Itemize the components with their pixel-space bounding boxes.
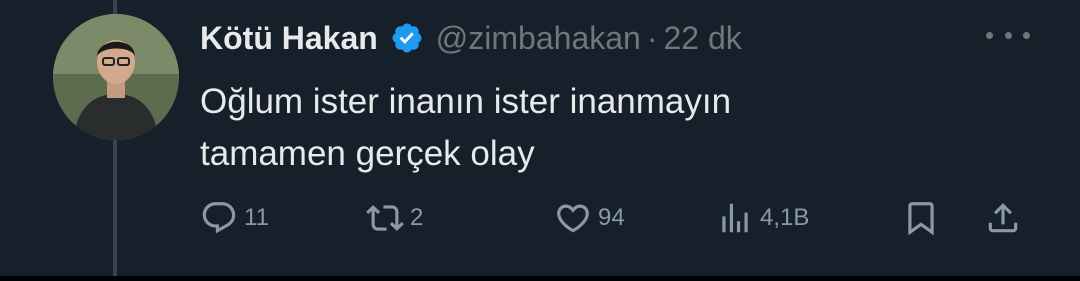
views-icon	[722, 203, 748, 233]
verified-badge-icon	[390, 21, 424, 55]
author-name[interactable]: Kötü Hakan	[200, 20, 378, 57]
separator: ·	[646, 19, 658, 56]
views-count: 4,1B	[760, 204, 810, 231]
reply-button[interactable]: 11	[200, 196, 269, 240]
more-dot	[1004, 31, 1012, 39]
like-icon	[557, 204, 589, 233]
retweet-button[interactable]: 2	[366, 196, 423, 240]
reply-count: 11	[244, 204, 269, 231]
share-button[interactable]	[984, 196, 1022, 240]
like-count: 94	[598, 204, 625, 231]
tweet-card[interactable]: Kötü Hakan @zimbahakan · 22 dk Oğlum ist…	[0, 0, 1080, 281]
timestamp[interactable]: 22 dk	[663, 20, 741, 57]
retweet-count: 2	[410, 204, 424, 231]
share-icon	[988, 203, 1018, 233]
retweet-icon	[366, 205, 404, 231]
author-handle[interactable]: @zimbahakan	[436, 20, 641, 57]
tweet-text: Oğlum ister inanın ister inanmayın tamam…	[200, 76, 731, 180]
like-button[interactable]: 94	[554, 196, 625, 240]
more-icon[interactable]	[986, 20, 1030, 50]
action-bar: 11 2 94 4,1B	[200, 196, 1040, 240]
more-dot	[986, 31, 993, 39]
bookmark-icon	[908, 202, 934, 236]
bottom-edge	[0, 276, 1080, 281]
tweet-text-line: tamamen gerçek olay	[200, 134, 535, 173]
views-button[interactable]: 4,1B	[716, 196, 809, 240]
avatar-photo	[53, 14, 179, 140]
more-dot	[1023, 31, 1030, 39]
reply-icon	[202, 202, 236, 234]
avatar[interactable]	[53, 14, 179, 140]
bookmark-button[interactable]	[902, 196, 940, 240]
tweet-text-line: Oğlum ister inanın ister inanmayın	[200, 82, 732, 121]
tweet-header: Kötü Hakan @zimbahakan · 22 dk	[200, 16, 742, 60]
